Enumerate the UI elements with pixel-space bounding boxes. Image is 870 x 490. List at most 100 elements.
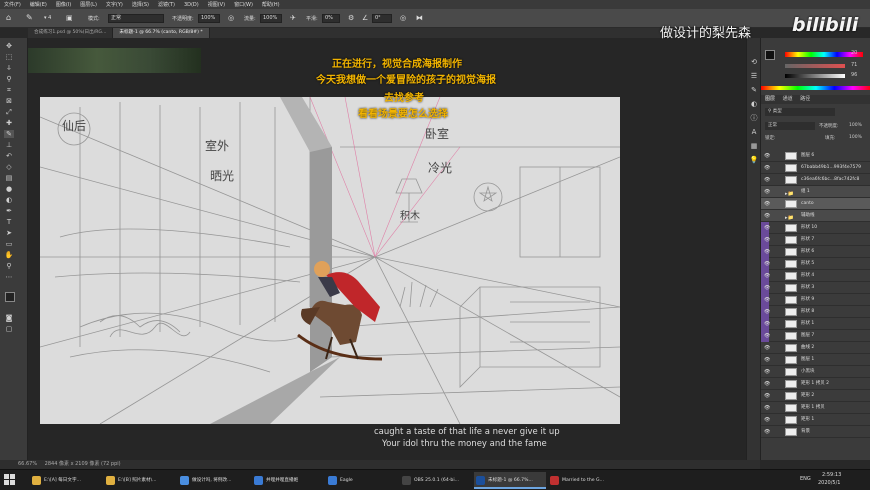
- visibility-eye-icon[interactable]: 👁: [764, 186, 770, 198]
- frame-tool-icon[interactable]: ⊠: [4, 97, 14, 105]
- brightness-slider[interactable]: [785, 74, 845, 78]
- layer-row[interactable]: 👁 形状 10: [761, 222, 870, 234]
- foreground-color-swatch[interactable]: [5, 292, 15, 302]
- smoothing-input[interactable]: 0%: [322, 14, 340, 23]
- visibility-eye-icon[interactable]: 👁: [764, 378, 770, 390]
- layer-opacity-value[interactable]: 100%: [849, 123, 862, 128]
- flow-input[interactable]: 100%: [260, 14, 282, 23]
- brightness-value[interactable]: 96: [851, 72, 857, 78]
- angle-input[interactable]: 0°: [372, 14, 392, 23]
- visibility-eye-icon[interactable]: 👁: [764, 414, 770, 426]
- layer-row[interactable]: 👁 矩形 1 拷贝: [761, 402, 870, 414]
- opacity-input[interactable]: 100%: [198, 14, 220, 23]
- visibility-eye-icon[interactable]: 👁: [764, 150, 770, 162]
- saturation-value[interactable]: 71: [851, 62, 857, 68]
- visibility-eye-icon[interactable]: 👁: [764, 342, 770, 354]
- layer-row[interactable]: 👁 小黑块: [761, 366, 870, 378]
- info-panel-icon[interactable]: ⓘ: [749, 114, 759, 122]
- visibility-eye-icon[interactable]: 👁: [764, 294, 770, 306]
- taskbar-date[interactable]: 2020/5/1: [818, 480, 840, 486]
- visibility-eye-icon[interactable]: 👁: [764, 330, 770, 342]
- color-ramp[interactable]: [761, 86, 870, 90]
- brush-size-dropdown[interactable]: ▾ 4: [44, 15, 51, 21]
- char-panel-icon[interactable]: A: [749, 128, 759, 136]
- layer-row[interactable]: 👁 形状 1: [761, 318, 870, 330]
- menu-view[interactable]: 视图(V): [208, 1, 225, 8]
- visibility-eye-icon[interactable]: 👁: [764, 198, 770, 210]
- layer-filter-kind[interactable]: ⚲ 类型: [765, 108, 835, 116]
- layer-row[interactable]: 👁 矩形 1: [761, 414, 870, 426]
- pen-tool-icon[interactable]: ✒: [4, 207, 14, 215]
- more-tools-icon[interactable]: ⋯: [4, 273, 14, 281]
- visibility-eye-icon[interactable]: 👁: [764, 174, 770, 186]
- gradient-tool-icon[interactable]: ▤: [4, 174, 14, 182]
- layer-row[interactable]: 👁 ▸📁 辅助线: [761, 210, 870, 222]
- menu-layer[interactable]: 图层(L): [80, 1, 97, 8]
- taskbar-time[interactable]: 2:59:13: [822, 472, 841, 478]
- visibility-eye-icon[interactable]: 👁: [764, 162, 770, 174]
- crop-tool-icon[interactable]: ⌗: [4, 86, 14, 94]
- color-fg-swatch[interactable]: [765, 50, 775, 60]
- symmetry-icon[interactable]: ⧓: [416, 14, 423, 22]
- visibility-eye-icon[interactable]: 👁: [764, 234, 770, 246]
- airbrush-icon[interactable]: ✈: [290, 14, 296, 22]
- lasso-tool-icon[interactable]: ↆ: [4, 64, 14, 72]
- hue-value[interactable]: 20: [851, 50, 857, 56]
- eyedropper-tool-icon[interactable]: ⤢: [4, 108, 14, 116]
- layer-row[interactable]: 👁 形状 8: [761, 306, 870, 318]
- visibility-eye-icon[interactable]: 👁: [764, 402, 770, 414]
- layer-row[interactable]: 👁 矩形 2: [761, 390, 870, 402]
- menu-help[interactable]: 帮助(H): [262, 1, 280, 8]
- visibility-eye-icon[interactable]: 👁: [764, 246, 770, 258]
- layer-row[interactable]: 👁 背景: [761, 426, 870, 438]
- visibility-eye-icon[interactable]: 👁: [764, 306, 770, 318]
- dodge-tool-icon[interactable]: ◐: [4, 196, 14, 204]
- screen-mode-icon[interactable]: ▢: [4, 325, 14, 333]
- settings-gear-icon[interactable]: ⚙: [348, 14, 354, 22]
- visibility-eye-icon[interactable]: 👁: [764, 426, 770, 438]
- saturation-slider[interactable]: [785, 64, 845, 68]
- home-icon[interactable]: ⌂: [6, 13, 11, 22]
- type-tool-icon[interactable]: T: [4, 218, 14, 226]
- layer-row[interactable]: 👁 ▸📁 组 1: [761, 186, 870, 198]
- taskbar-item[interactable]: E:\[B] 照片素材\...: [104, 472, 176, 489]
- menu-filter[interactable]: 滤镜(T): [158, 1, 175, 8]
- layer-row[interactable]: 👁 图层 6: [761, 150, 870, 162]
- mode-select[interactable]: 正常: [108, 14, 164, 23]
- status-zoom[interactable]: 66.67%: [18, 461, 37, 467]
- layer-row[interactable]: 👁 形状 9: [761, 294, 870, 306]
- quick-mask-icon[interactable]: ◙: [4, 314, 14, 322]
- menu-file[interactable]: 文件(F): [4, 1, 21, 8]
- tab-doc-2[interactable]: 未标题-1 @ 66.7% (canto, RGB/8#) *: [113, 28, 210, 38]
- healing-tool-icon[interactable]: ✚: [4, 119, 14, 127]
- path-select-tool-icon[interactable]: ➤: [4, 229, 14, 237]
- eraser-tool-icon[interactable]: ◇: [4, 163, 14, 171]
- brush-icon[interactable]: ✎: [26, 13, 33, 22]
- hand-tool-icon[interactable]: ✋: [4, 251, 14, 259]
- taskbar-item[interactable]: 并哩并哩直播姬: [252, 472, 324, 489]
- menu-type[interactable]: 文字(Y): [106, 1, 123, 8]
- taskbar-item[interactable]: Eagle: [326, 472, 398, 489]
- visibility-eye-icon[interactable]: 👁: [764, 354, 770, 366]
- taskbar-item[interactable]: OBS 25.0.1 (64-bi...: [400, 472, 472, 489]
- layer-row[interactable]: 👁 形状 5: [761, 258, 870, 270]
- layer-fill-value[interactable]: 100%: [849, 135, 862, 140]
- adjustments-panel-icon[interactable]: ◐: [749, 100, 759, 108]
- menu-select[interactable]: 选择(S): [132, 1, 149, 8]
- layer-row[interactable]: 👁 形状 4: [761, 270, 870, 282]
- taskbar-item[interactable]: 做设计吗, 将例改...: [178, 472, 250, 489]
- tab-paths[interactable]: 路径: [800, 96, 810, 102]
- document-canvas[interactable]: 仙后 室外 晒光 卧室 冷光 积木: [40, 97, 620, 424]
- layer-row[interactable]: 👁 曲线 2: [761, 342, 870, 354]
- marquee-tool-icon[interactable]: ⬚: [4, 53, 14, 61]
- layer-row[interactable]: 👁 矩形 1 拷贝 2: [761, 378, 870, 390]
- move-tool-icon[interactable]: ✥: [4, 42, 14, 50]
- brushes-panel-icon[interactable]: ✎: [749, 86, 759, 94]
- visibility-eye-icon[interactable]: 👁: [764, 210, 770, 222]
- blur-tool-icon[interactable]: ●: [4, 185, 14, 193]
- layer-row[interactable]: 👁 形状 3: [761, 282, 870, 294]
- light-panel-icon[interactable]: 💡: [749, 156, 759, 164]
- layer-row[interactable]: 👁 canto: [761, 198, 870, 210]
- windows-start-icon[interactable]: [4, 474, 16, 486]
- brush-tool-icon[interactable]: ✎: [4, 130, 14, 138]
